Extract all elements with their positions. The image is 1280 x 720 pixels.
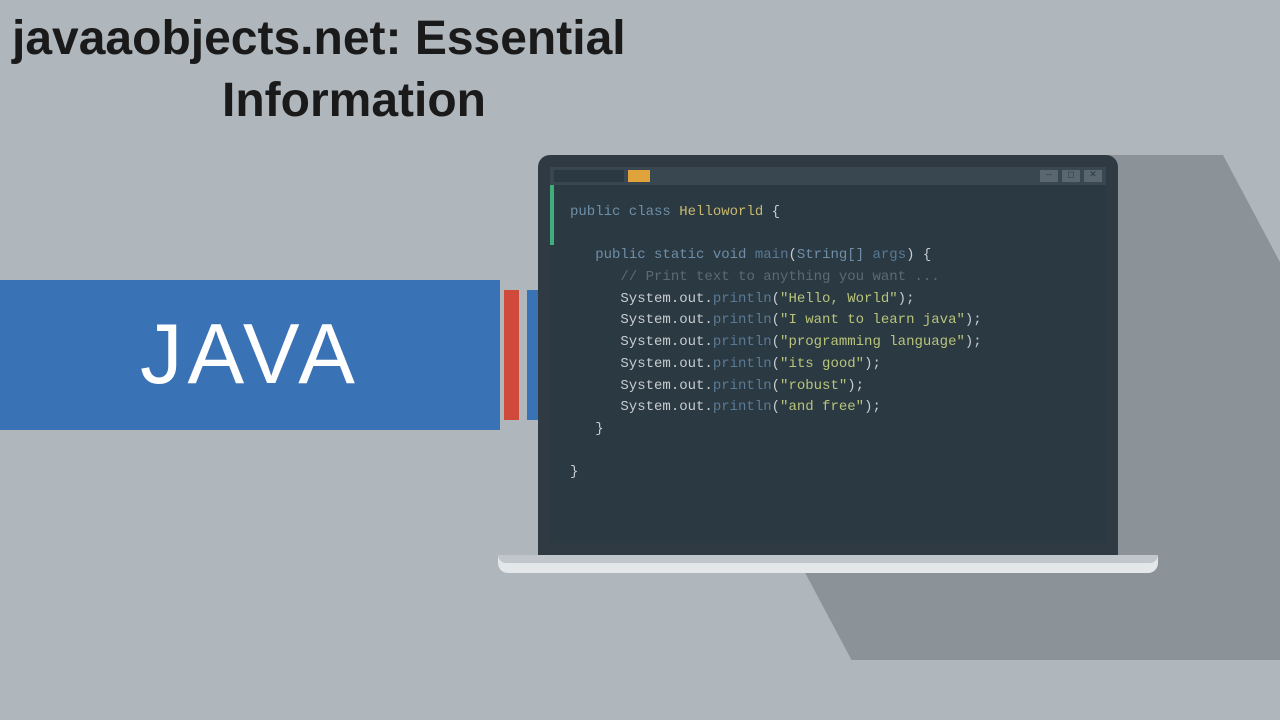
java-banner: JAVA [0, 280, 500, 430]
editor-tab [554, 170, 624, 182]
code-editor-screen: — ◻ ✕ public class Helloworld { public sta… [550, 167, 1106, 543]
titlebar-tabs [554, 170, 650, 182]
stripes-decoration-left [504, 290, 542, 420]
laptop-illustration: — ◻ ✕ public class Helloworld { public sta… [538, 155, 1118, 573]
editor-gutter-indicator [550, 185, 554, 245]
banner-text: JAVA [140, 306, 360, 404]
page-title: javaaobjects.net: Essential Information [12, 8, 772, 133]
title-line-2: Information [12, 70, 772, 132]
stripe [504, 290, 519, 420]
laptop-base [498, 555, 1158, 573]
maximize-icon: ◻ [1062, 170, 1080, 182]
code-block: public class Helloworld { public static … [570, 202, 982, 484]
laptop-screen-bezel: — ◻ ✕ public class Helloworld { public sta… [538, 155, 1118, 555]
title-line-1: javaaobjects.net: Essential [12, 8, 772, 70]
minimize-icon: — [1040, 170, 1058, 182]
close-icon: ✕ [1084, 170, 1102, 182]
window-controls: — ◻ ✕ [1040, 170, 1102, 182]
editor-tab-accent [628, 170, 650, 182]
editor-titlebar: — ◻ ✕ [550, 167, 1106, 185]
